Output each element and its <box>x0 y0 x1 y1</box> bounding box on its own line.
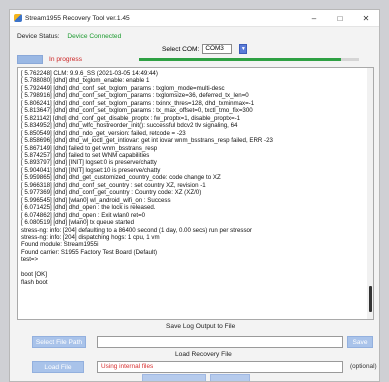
device-status-label: Device Status: <box>17 33 60 40</box>
log-line: [ 5.893797] [dhd] [INIT] logset:0 is pre… <box>21 159 157 167</box>
maximize-button[interactable]: □ <box>327 10 353 27</box>
app-icon <box>14 14 22 22</box>
com-dropdown-button[interactable]: ▼ <box>239 44 248 54</box>
log-line: Found module: Stream1955i <box>21 241 99 249</box>
log-line: [ 6.074862] [dhd] dhd_open : Exit wlan0 … <box>21 211 146 219</box>
close-button[interactable]: ✕ <box>353 10 379 27</box>
com-selector: Select COM: COM3 ▼ <box>162 44 248 54</box>
log-line: [ 5.858696] [dhd] dhd_wl_ioctl_get_intio… <box>21 137 273 145</box>
optional-label: (optional) <box>350 363 377 370</box>
log-line: [ 5.966318] [dhd] dhd_conf_set_country :… <box>21 181 206 189</box>
log-line: [ 5.874257] [dhd] failed to set WNM capa… <box>21 151 150 159</box>
select-file-path-button[interactable]: Select File Path <box>32 336 86 348</box>
log-line: boot [OK] <box>21 271 47 279</box>
log-line: [ 5.762248] CLM: 9.9.6_SS (2021-03-05 14… <box>21 70 158 77</box>
chevron-down-icon: ▼ <box>240 46 246 52</box>
log-line: test=> <box>21 256 39 264</box>
log-line: [ 5.867149] [dhd] failed to get wnm_bsst… <box>21 144 158 152</box>
device-status-value: Device Connected <box>67 33 122 40</box>
log-line: [ 5.788080] [dhd] dhd_txglom_enable: ena… <box>21 77 150 85</box>
log-line: [ 5.813647] [dhd] dhd_conf_set_txglom_pa… <box>21 107 253 115</box>
minimize-button[interactable]: – <box>301 10 327 27</box>
com-label: Select COM: <box>162 45 200 53</box>
title-bar: Stream1955 Recovery Tool ver.1.45 – □ ✕ <box>10 10 379 27</box>
progress-row: In progress <box>17 55 82 64</box>
start-button[interactable] <box>142 374 206 381</box>
log-line: [ 5.821142] [dhd] dhd_conf_get_disable_p… <box>21 114 241 122</box>
save-button[interactable]: Save <box>347 336 373 348</box>
log-line: [ 5.996545] [dhd] [wlan0] wl_android_wif… <box>21 196 171 204</box>
log-line: [ 5.977369] [dhd] dhd_conf_get_country :… <box>21 189 202 197</box>
log-path-input[interactable] <box>97 336 343 348</box>
log-scrollbar-thumb[interactable] <box>369 286 372 312</box>
recovery-file-input[interactable]: Using internal files <box>97 361 343 373</box>
progress-bar <box>139 58 359 61</box>
log-lines: [ 5.762248] CLM: 9.9.6_SS (2021-03-05 14… <box>18 68 373 286</box>
device-status-row: Device Status: Device Connected <box>17 33 121 40</box>
log-line: flash boot <box>21 278 48 286</box>
log-line: Found carrier: S1955 Factory Test Board … <box>21 248 158 256</box>
load-file-button[interactable]: Load File <box>32 361 84 373</box>
com-select[interactable]: COM3 <box>202 44 233 54</box>
log-line: [ 5.792449] [dhd] dhd_conf_set_txglom_pa… <box>21 84 225 92</box>
flash-button[interactable] <box>17 55 43 64</box>
log-line: [ 5.850549] [dhd] dhd_ndo_get_version: f… <box>21 129 186 137</box>
log-line: [ 5.806241] [dhd] dhd_conf_set_txglom_pa… <box>21 99 255 107</box>
log-output[interactable]: [ 5.762248] CLM: 9.9.6_SS (2021-03-05 14… <box>17 67 374 320</box>
log-line: [ 6.080519] [dhd] [wlan0] tx queue start… <box>21 219 134 227</box>
log-scrollbar[interactable] <box>367 68 373 319</box>
progress-label: In progress <box>49 56 82 63</box>
progress-bar-fill <box>139 58 342 61</box>
log-line: stress-ng: info: [204] dispatching hogs:… <box>21 233 160 241</box>
log-line: [ 6.071425] [dhd] dhd_open : the lock is… <box>21 204 156 212</box>
log-line: [ 5.834952] [dhd] dhd_wlfc_hostreorder_i… <box>21 122 238 130</box>
log-line: [ 5.798916] [dhd] dhd_conf_set_txglom_pa… <box>21 92 249 100</box>
recovery-tool-window: Stream1955 Recovery Tool ver.1.45 – □ ✕ … <box>9 9 380 382</box>
save-log-title: Save Log Output to File <box>166 323 236 330</box>
load-recovery-title: Load Recovery File <box>175 351 232 358</box>
log-line: [ 5.959865] [dhd] dhd_get_customized_cou… <box>21 174 221 182</box>
window-title: Stream1955 Recovery Tool ver.1.45 <box>25 14 130 22</box>
log-line: stress-ng: info: [204] defaulting to a 8… <box>21 226 252 234</box>
log-line: [ 5.904041] [dhd] [INIT] logset:10 is pr… <box>21 166 161 174</box>
stop-button[interactable] <box>210 374 250 381</box>
